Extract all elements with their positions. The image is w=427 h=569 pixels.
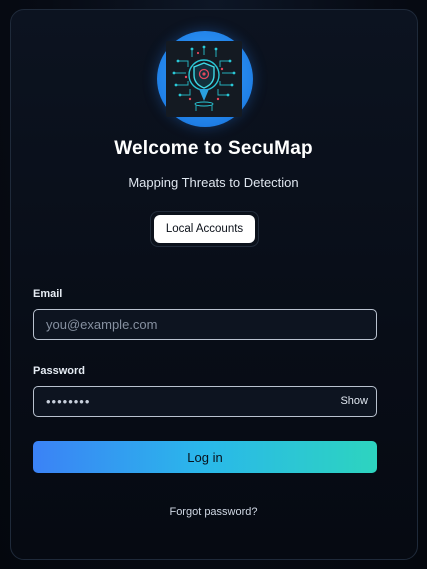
- email-label: Email: [33, 288, 63, 300]
- auth-method-tabs: Local Accounts: [150, 211, 259, 247]
- page-subtitle: Mapping Threats to Detection: [128, 175, 299, 190]
- password-field[interactable]: [46, 387, 326, 416]
- show-password-button[interactable]: Show: [340, 387, 368, 416]
- tab-local-accounts[interactable]: Local Accounts: [154, 215, 255, 243]
- page-title: Welcome to SecuMap: [114, 138, 313, 159]
- login-button[interactable]: Log in: [33, 441, 377, 473]
- forgot-password-link[interactable]: Forgot password?: [0, 506, 427, 518]
- email-field-box: [33, 309, 377, 340]
- password-field-box: Show: [33, 386, 377, 417]
- login-page: Welcome to SecuMap Mapping Threats to De…: [0, 0, 427, 569]
- shield-map-pin-icon: [166, 41, 242, 117]
- password-label: Password: [33, 365, 85, 377]
- email-field[interactable]: [46, 310, 326, 339]
